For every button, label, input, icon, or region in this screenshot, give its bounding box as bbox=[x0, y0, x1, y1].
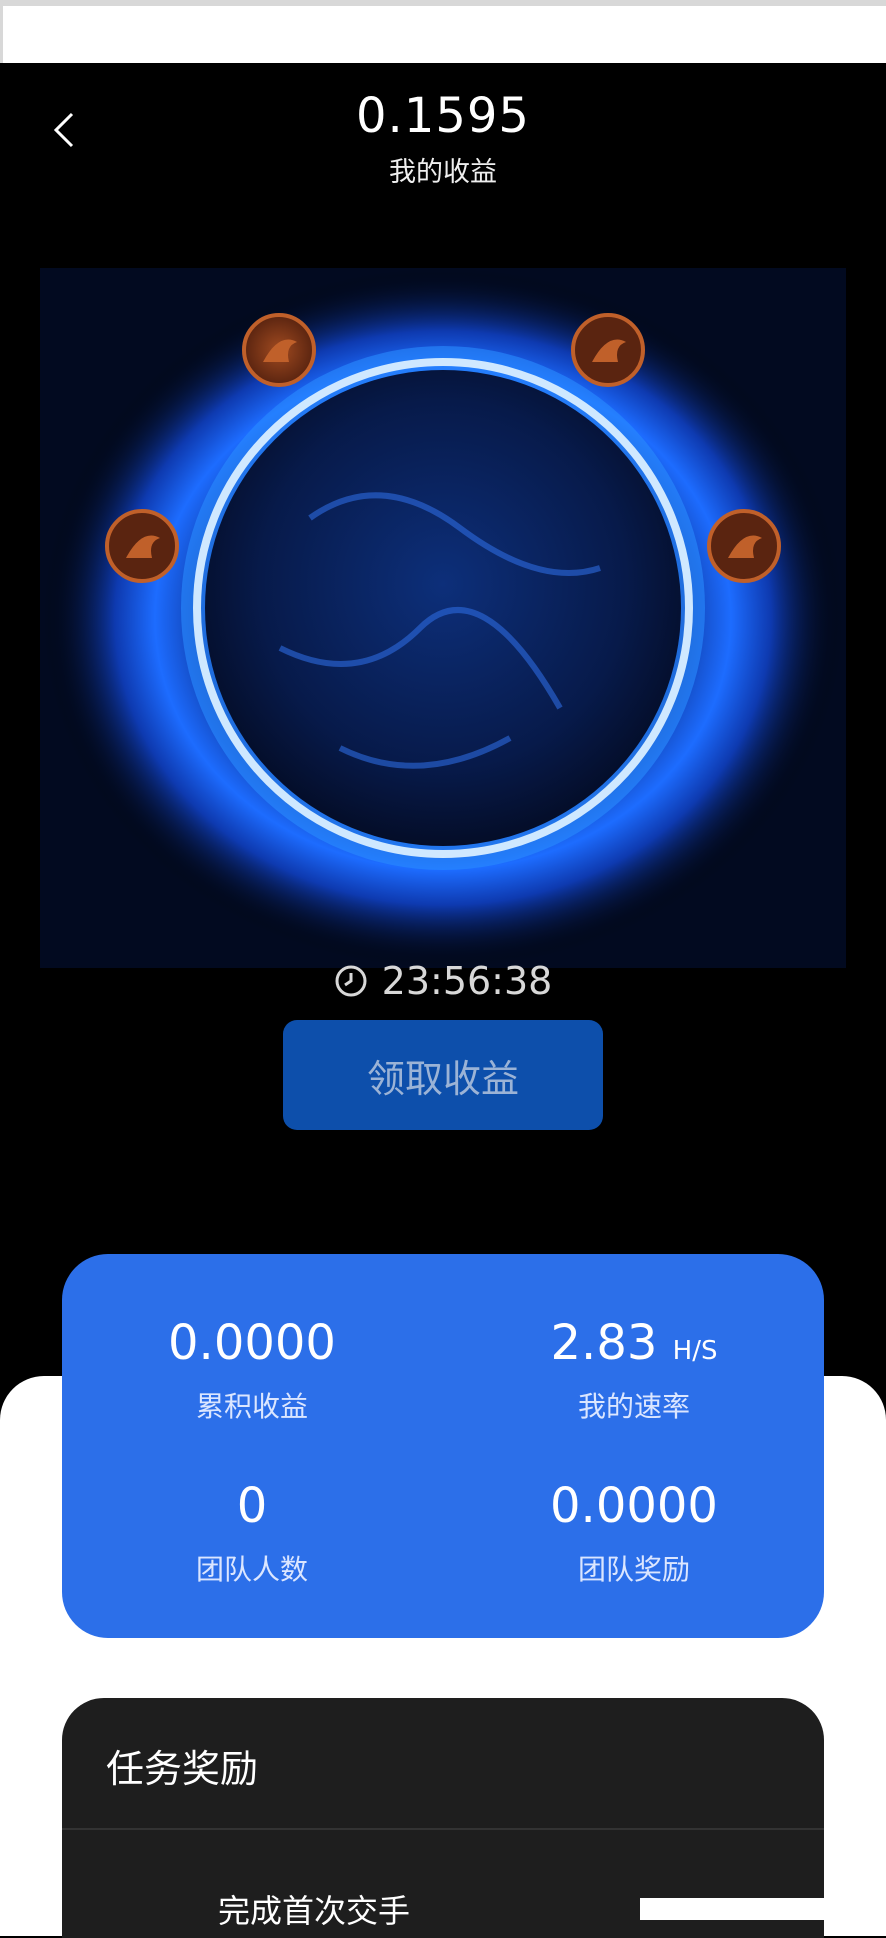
coin-icon[interactable] bbox=[570, 312, 646, 388]
corner-overlay bbox=[640, 1898, 886, 1920]
countdown-timer: 23:56:38 bbox=[0, 955, 886, 1007]
stat-unit: H/S bbox=[672, 1336, 718, 1366]
stat-cumulative-earnings: 0.0000 累积收益 bbox=[62, 1319, 442, 1425]
stat-team-size: 0 团队人数 bbox=[62, 1482, 442, 1588]
countdown-text: 23:56:38 bbox=[381, 959, 553, 1003]
clock-icon bbox=[335, 965, 367, 997]
earnings-label: 我的收益 bbox=[389, 157, 497, 188]
divider bbox=[62, 1828, 824, 1830]
task-rewards-title: 任务奖励 bbox=[106, 1747, 259, 1791]
task-item[interactable]: 完成首次交手 bbox=[218, 1886, 410, 1932]
claim-earnings-button[interactable]: 领取收益 bbox=[283, 1020, 603, 1130]
stat-value: 2.83 bbox=[550, 1315, 658, 1371]
stat-value: 0.0000 bbox=[168, 1315, 336, 1371]
coin-icon[interactable] bbox=[706, 508, 782, 584]
top-status-strip bbox=[0, 0, 886, 63]
stat-team-reward: 0.0000 团队奖励 bbox=[444, 1482, 824, 1588]
stats-card: 0.0000 累积收益 2.83 H/S 我的速率 0 团队人数 0.0000 … bbox=[62, 1254, 824, 1638]
stat-label: 团队人数 bbox=[195, 1553, 308, 1586]
stat-value: 0 bbox=[236, 1478, 268, 1534]
coin-icon[interactable] bbox=[104, 508, 180, 584]
stat-value: 0.0000 bbox=[550, 1478, 718, 1534]
mining-globe bbox=[40, 268, 846, 968]
stat-label: 我的速率 bbox=[577, 1390, 690, 1423]
stat-label: 累积收益 bbox=[195, 1390, 308, 1423]
earnings-value: 0.1595 bbox=[356, 88, 530, 144]
stat-label: 团队奖励 bbox=[577, 1553, 690, 1586]
coin-icon[interactable] bbox=[241, 312, 317, 388]
stat-my-rate: 2.83 H/S 我的速率 bbox=[444, 1319, 824, 1425]
claim-earnings-label: 领取收益 bbox=[366, 1056, 519, 1101]
